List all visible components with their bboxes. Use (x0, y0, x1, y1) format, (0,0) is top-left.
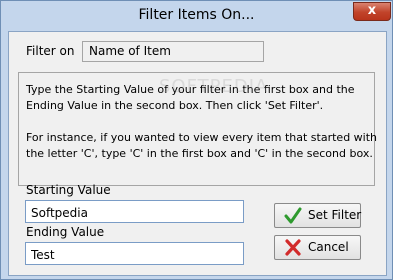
cancel-label: Cancel (308, 240, 349, 254)
instructions-line: the letter 'C', type 'C' in the first bo… (26, 147, 373, 160)
instructions-line: Ending Value in the second box. Then cli… (26, 99, 324, 112)
starting-value-label: Starting Value (26, 183, 111, 197)
starting-value-input[interactable] (25, 200, 244, 223)
filter-dialog: Filter Items On... x Filter on Name of I… (0, 0, 393, 280)
dialog-body: Filter on Name of Item SOFTPEDIA Type th… (8, 31, 387, 276)
dialog-title: Filter Items On... (138, 7, 255, 23)
checkmark-icon (284, 207, 302, 224)
set-filter-label: Set Filter (308, 208, 362, 222)
cancel-button[interactable]: Cancel (274, 235, 361, 260)
set-filter-button[interactable]: Set Filter (274, 203, 361, 228)
ending-value-label: Ending Value (26, 225, 105, 239)
instructions-line: Type the Starting Value of your filter i… (26, 83, 355, 96)
filter-on-field: Name of Item (82, 41, 264, 62)
instructions-panel: SOFTPEDIA Type the Starting Value of you… (18, 72, 378, 186)
ending-value-input[interactable] (25, 242, 244, 265)
instructions-line: For instance, if you wanted to view ever… (26, 131, 378, 144)
close-icon: x (367, 3, 377, 18)
close-button[interactable]: x (353, 2, 391, 21)
title-bar[interactable]: Filter Items On... x (1, 1, 392, 31)
cross-icon (285, 239, 301, 256)
filter-on-label: Filter on (26, 44, 75, 58)
